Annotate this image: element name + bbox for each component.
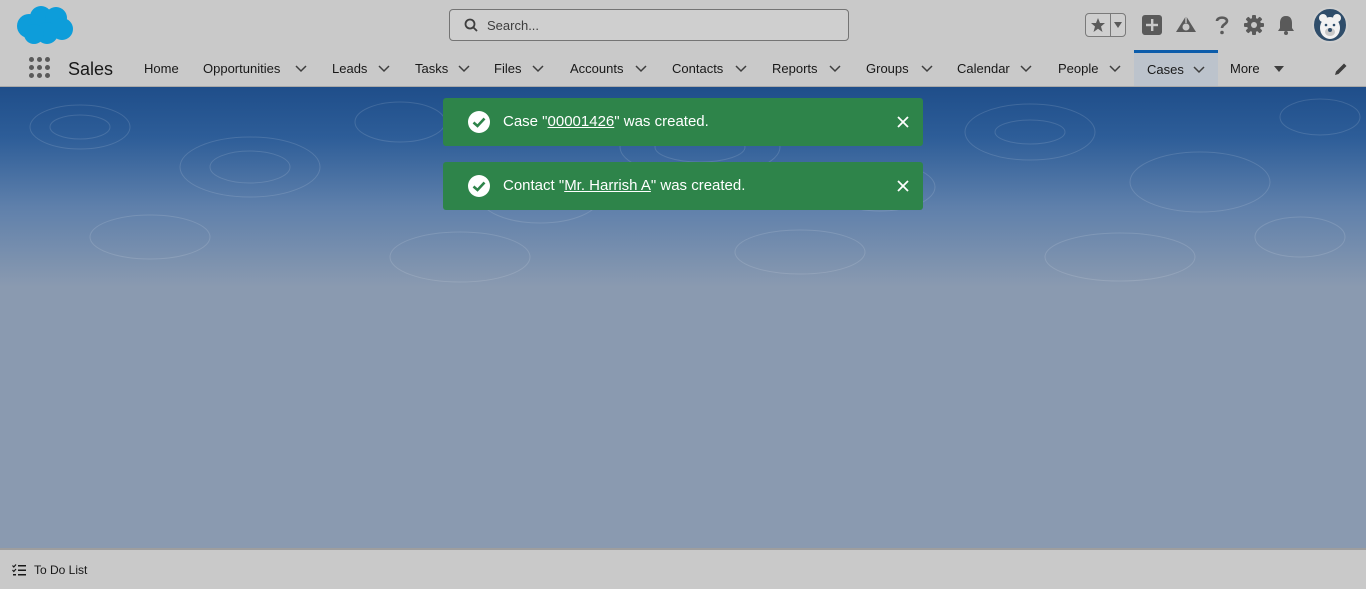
help-button[interactable] [1210, 13, 1234, 37]
nav-item-label: Calendar [957, 60, 1010, 76]
close-icon[interactable] [896, 179, 910, 193]
toast-message: Case "00001426" was created. [503, 113, 709, 130]
caret-down-icon [1274, 66, 1284, 72]
nav-item-cases[interactable]: Cases [1134, 50, 1218, 86]
toast-suffix: " was created. [614, 113, 709, 130]
nav-item-label: Tasks [415, 60, 449, 76]
chevron-down-icon[interactable] [920, 62, 934, 76]
nav-item-home[interactable]: Home [132, 50, 192, 86]
user-avatar-icon [1319, 14, 1341, 39]
avatar[interactable] [1312, 7, 1348, 43]
global-search[interactable] [449, 9, 849, 41]
favorites-list-button[interactable] [1111, 14, 1125, 36]
nav-item-label: Groups [866, 60, 909, 76]
toast-message: Contact "Mr. Harrish A" was created. [503, 177, 745, 194]
plus-icon [1142, 15, 1162, 35]
utility-bar: To Do List [0, 548, 1366, 589]
toast-prefix: Contact " [503, 177, 565, 194]
todo-list-button[interactable]: To Do List [12, 563, 87, 577]
nav-item-files[interactable]: Files [482, 50, 557, 86]
help-icon [1215, 16, 1229, 35]
pencil-icon[interactable] [1334, 62, 1348, 76]
search-input[interactable] [487, 17, 827, 33]
todo-list-icon [12, 564, 26, 576]
nav-item-more[interactable]: More [1218, 50, 1298, 86]
app-name: Sales [68, 59, 114, 79]
trailhead-button[interactable] [1174, 13, 1198, 37]
chevron-down-icon[interactable] [294, 62, 308, 76]
global-actions-button[interactable] [1140, 13, 1164, 37]
search-icon [464, 18, 478, 32]
app-launcher-icon[interactable] [29, 57, 51, 79]
nav-item-label: Home [144, 60, 179, 76]
chevron-down-icon[interactable] [377, 62, 391, 76]
nav-item-groups[interactable]: Groups [854, 50, 945, 86]
nav-item-leads[interactable]: Leads [320, 50, 402, 86]
chevron-down-icon [1114, 22, 1122, 28]
toast-contact-created: Contact "Mr. Harrish A" was created. [443, 162, 923, 210]
check-circle-icon [468, 175, 490, 197]
nav-item-label: Contacts [672, 60, 724, 76]
nav-item-contacts[interactable]: Contacts [660, 50, 760, 86]
chevron-down-icon[interactable] [457, 62, 471, 76]
nav-item-label: Reports [772, 60, 818, 76]
nav-item-label: Leads [332, 60, 368, 76]
setup-button[interactable] [1242, 13, 1266, 37]
check-circle-icon [468, 111, 490, 133]
favorites-group [1085, 13, 1126, 37]
nav-item-accounts[interactable]: Accounts [557, 50, 660, 86]
app-navigation-bar: Sales Home Opportunities Leads Tasks Fil… [0, 50, 1366, 87]
salesforce-cloud-logo[interactable] [14, 4, 76, 46]
gear-icon [1244, 15, 1264, 35]
chevron-down-icon[interactable] [734, 62, 748, 76]
chevron-down-icon[interactable] [531, 62, 545, 76]
global-header [0, 0, 1366, 50]
toast-suffix: " was created. [650, 177, 746, 194]
star-icon [1091, 18, 1105, 32]
chevron-down-icon[interactable] [1192, 63, 1206, 77]
chevron-down-icon[interactable] [1019, 62, 1033, 76]
favorites-button[interactable] [1086, 14, 1111, 36]
toast-prefix: Case " [503, 113, 548, 130]
nav-item-calendar[interactable]: Calendar [945, 50, 1046, 86]
chevron-down-icon[interactable] [1108, 62, 1122, 76]
nav-item-label: Files [494, 60, 522, 76]
notifications-button[interactable] [1274, 13, 1298, 37]
close-icon[interactable] [896, 115, 910, 129]
nav-item-label: People [1058, 60, 1099, 76]
chevron-down-icon[interactable] [828, 62, 842, 76]
todo-list-label: To Do List [34, 563, 88, 577]
toast-case-created: Case "00001426" was created. [443, 98, 923, 146]
nav-item-label: Opportunities [203, 60, 281, 76]
case-number-link[interactable]: 00001426 [548, 113, 615, 130]
nav-item-reports[interactable]: Reports [760, 50, 854, 86]
trailhead-icon [1176, 16, 1196, 32]
nav-item-tasks[interactable]: Tasks [402, 50, 482, 86]
nav-item-opportunities[interactable]: Opportunities [191, 50, 321, 86]
contact-name-link[interactable]: Mr. Harrish A [564, 177, 651, 194]
bell-icon [1278, 16, 1294, 35]
nav-item-people[interactable]: People [1046, 50, 1134, 86]
nav-item-label: Accounts [570, 60, 624, 76]
nav-item-label: Cases [1147, 62, 1184, 77]
nav-item-label: More [1230, 60, 1260, 76]
chevron-down-icon[interactable] [634, 62, 648, 76]
